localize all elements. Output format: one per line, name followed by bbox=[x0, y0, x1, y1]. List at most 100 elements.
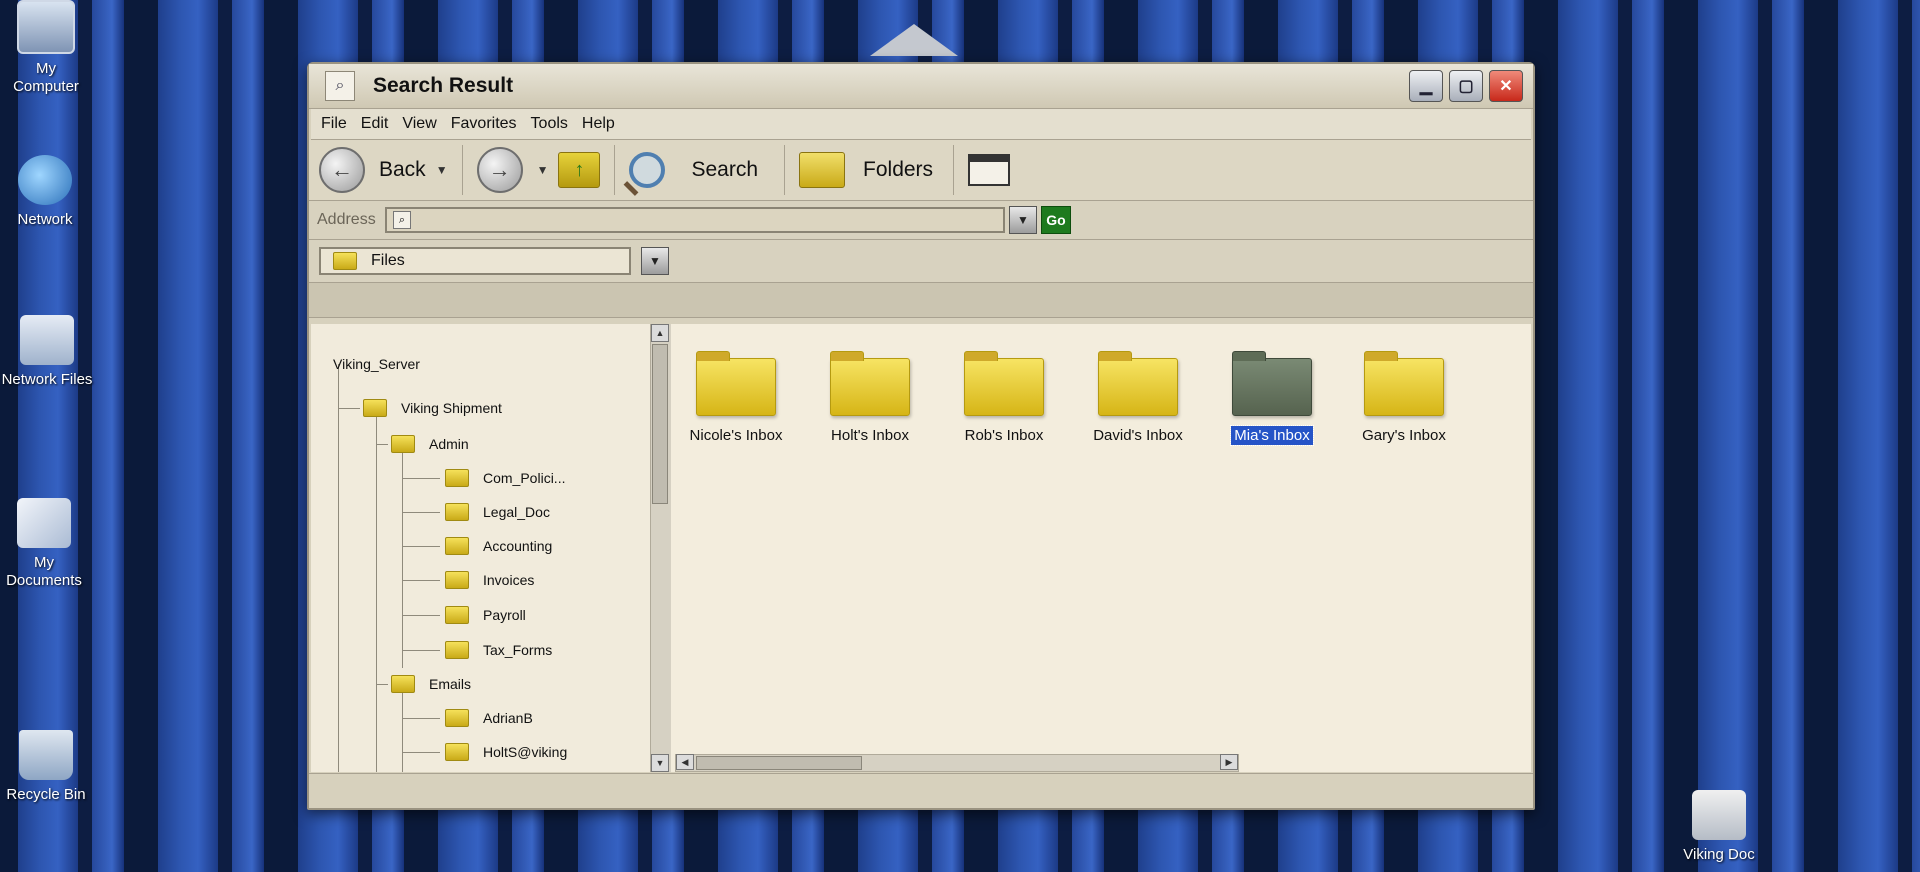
scroll-up-arrow-icon[interactable]: ▲ bbox=[651, 324, 669, 342]
tree-node-label: Viking_Server bbox=[333, 356, 420, 372]
computer-icon bbox=[17, 0, 75, 54]
views-icon bbox=[970, 156, 1009, 162]
tree-node-label: Payroll bbox=[483, 607, 526, 623]
explorer-window: ⌕ Search Result ▁ ▢ ✕ File Edit View Fav… bbox=[307, 62, 1535, 810]
folders-button[interactable]: Folders bbox=[799, 152, 933, 188]
scroll-down-arrow-icon[interactable]: ▼ bbox=[651, 754, 669, 772]
tree-node-tax-forms[interactable]: Tax_Forms bbox=[445, 641, 552, 659]
window-title: Search Result bbox=[373, 74, 514, 97]
folder-icon bbox=[1098, 351, 1178, 416]
toolbar-separator bbox=[953, 145, 955, 195]
tree-node-holts[interactable]: HoltS@viking bbox=[445, 743, 567, 761]
close-button[interactable]: ✕ bbox=[1489, 70, 1523, 102]
document-icon bbox=[1692, 790, 1746, 840]
tree-line bbox=[338, 364, 339, 772]
folder-name: Holt's Inbox bbox=[831, 427, 909, 444]
location-select[interactable]: Files bbox=[319, 247, 631, 275]
tree-line bbox=[402, 546, 440, 547]
network-files-icon bbox=[20, 315, 74, 365]
desktop-icon-viking-doc[interactable]: Viking Doc bbox=[1669, 790, 1769, 864]
menu-view[interactable]: View bbox=[402, 115, 436, 133]
folder-icon bbox=[445, 606, 469, 624]
desktop-icon-my-computer[interactable]: My Computer bbox=[0, 0, 96, 96]
tree-node-com-policies[interactable]: Com_Polici... bbox=[445, 469, 565, 487]
tree-node-admin[interactable]: Admin bbox=[391, 435, 469, 453]
desktop-icon-label: Network Files bbox=[1, 371, 93, 388]
address-dropdown-button[interactable]: ▼ bbox=[1009, 206, 1037, 234]
tree-node-adrianb[interactable]: AdrianB bbox=[445, 709, 533, 727]
folder-icon bbox=[696, 351, 776, 416]
folder-icon bbox=[445, 469, 469, 487]
tree-node-viking-server[interactable]: Viking_Server bbox=[333, 356, 420, 372]
tree-node-label: Invoices bbox=[483, 572, 535, 588]
menu-file[interactable]: File bbox=[321, 115, 347, 133]
tree-vertical-scrollbar[interactable]: ▲ ▼ bbox=[650, 324, 672, 772]
tree-node-viking-shipment[interactable]: Viking Shipment bbox=[363, 399, 502, 417]
chevron-down-icon[interactable]: ▼ bbox=[436, 163, 448, 177]
folder-icon bbox=[445, 743, 469, 761]
desktop-icon-network-files[interactable]: Network Files bbox=[0, 315, 97, 389]
folder-name: Nicole's Inbox bbox=[689, 427, 783, 444]
search-label: Search bbox=[691, 158, 759, 181]
folder-icon bbox=[445, 641, 469, 659]
scroll-right-arrow-icon[interactable]: ▶ bbox=[1220, 754, 1238, 770]
tree-line bbox=[402, 718, 440, 719]
folder-item-david[interactable]: David's Inbox bbox=[1073, 351, 1203, 445]
info-band bbox=[309, 282, 1533, 318]
tree-node-accounting[interactable]: Accounting bbox=[445, 537, 552, 555]
desktop-icon-label: My bbox=[34, 554, 54, 571]
tree-line bbox=[402, 478, 440, 479]
tree-line bbox=[376, 684, 388, 685]
menu-tools[interactable]: Tools bbox=[531, 115, 568, 133]
folder-item-nicole[interactable]: Nicole's Inbox bbox=[671, 351, 801, 445]
scroll-thumb[interactable] bbox=[652, 344, 668, 504]
desktop-icon-label: My bbox=[36, 60, 56, 77]
tree-node-legal-doc[interactable]: Legal_Doc bbox=[445, 503, 550, 521]
tree-node-label: HoltS@viking bbox=[483, 744, 568, 760]
maximize-button[interactable]: ▢ bbox=[1449, 70, 1483, 102]
tree-node-label: Accounting bbox=[483, 538, 553, 554]
folder-item-gary[interactable]: Gary's Inbox bbox=[1339, 351, 1469, 445]
menu-favorites[interactable]: Favorites bbox=[451, 115, 517, 133]
tree-node-emails[interactable]: Emails bbox=[391, 675, 471, 693]
desktop-icon-recycle-bin[interactable]: Recycle Bin bbox=[0, 730, 96, 804]
menu-help[interactable]: Help bbox=[582, 115, 615, 133]
views-button[interactable] bbox=[968, 154, 1011, 186]
folder-icon bbox=[445, 537, 469, 555]
folder-item-mia[interactable]: Mia's Inbox bbox=[1207, 351, 1337, 446]
menu-bar: File Edit View Favorites Tools Help bbox=[311, 109, 1531, 140]
folders-label: Folders bbox=[863, 158, 934, 181]
forward-button[interactable]: → bbox=[476, 147, 523, 193]
desktop-icon-network[interactable]: Network bbox=[0, 155, 95, 229]
address-input[interactable]: ⌕ bbox=[385, 207, 1005, 233]
window-top-tab bbox=[870, 24, 958, 56]
folder-icon bbox=[445, 503, 469, 521]
desktop-icon-my-documents[interactable]: My Documents bbox=[0, 498, 94, 590]
search-icon bbox=[629, 152, 666, 188]
title-bar[interactable]: ⌕ Search Result ▁ ▢ ✕ bbox=[309, 64, 1533, 109]
folder-up-button[interactable]: ↑ bbox=[558, 152, 601, 188]
tree-line bbox=[338, 408, 360, 409]
tree-node-label: AdrianB bbox=[483, 710, 533, 726]
search-button[interactable]: Search bbox=[629, 152, 758, 188]
folder-tree: Viking_Server Viking Shipment Admin Com_… bbox=[311, 324, 650, 772]
file-list: Nicole's Inbox Holt's Inbox Rob's Inbox … bbox=[671, 324, 1531, 772]
folder-item-rob[interactable]: Rob's Inbox bbox=[939, 351, 1069, 445]
folder-item-holt[interactable]: Holt's Inbox bbox=[805, 351, 935, 445]
tree-node-invoices[interactable]: Invoices bbox=[445, 571, 534, 589]
scroll-thumb[interactable] bbox=[696, 756, 862, 770]
folder-icon bbox=[830, 351, 910, 416]
tree-node-payroll[interactable]: Payroll bbox=[445, 606, 526, 624]
scroll-left-arrow-icon[interactable]: ◀ bbox=[676, 754, 694, 770]
location-dropdown-button[interactable]: ▼ bbox=[641, 247, 669, 275]
back-label: Back bbox=[379, 158, 426, 181]
toolbar-separator bbox=[784, 145, 786, 195]
menu-edit[interactable]: Edit bbox=[361, 115, 389, 133]
toolbar-separator bbox=[461, 145, 463, 195]
minimize-button[interactable]: ▁ bbox=[1409, 70, 1443, 102]
folder-icon bbox=[391, 675, 415, 693]
chevron-down-icon[interactable]: ▼ bbox=[537, 163, 549, 177]
files-horizontal-scrollbar[interactable]: ◀ ▶ bbox=[675, 754, 1239, 772]
back-button[interactable]: ← Back ▼ bbox=[319, 147, 448, 193]
go-button[interactable]: Go bbox=[1041, 206, 1071, 234]
